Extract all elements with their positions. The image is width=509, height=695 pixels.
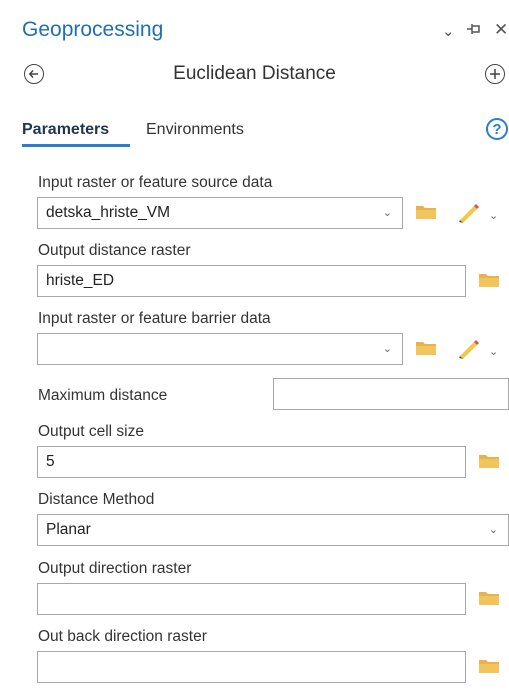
input-source-value: detska_hriste_VM xyxy=(46,204,171,221)
pencil-icon[interactable] xyxy=(456,336,482,365)
browse-folder-icon[interactable] xyxy=(478,658,500,679)
panel-title: Geoprocessing xyxy=(22,18,164,41)
cell-size-input[interactable]: 5 xyxy=(37,446,466,478)
browse-folder-icon[interactable] xyxy=(478,272,500,293)
max-distance-input[interactable] xyxy=(273,378,509,410)
add-button[interactable] xyxy=(485,64,505,84)
output-distance-label: Output distance raster xyxy=(38,242,191,259)
output-direction-label: Output direction raster xyxy=(38,560,192,577)
chevron-down-icon[interactable]: ⌄ xyxy=(489,209,498,222)
distance-method-value: Planar xyxy=(46,521,91,538)
browse-folder-icon[interactable] xyxy=(415,204,437,225)
cell-size-value: 5 xyxy=(46,453,55,470)
active-tab-underline xyxy=(22,144,130,147)
chevron-down-icon: ⌄ xyxy=(382,207,392,219)
distance-method-select[interactable]: Planar ⌄ xyxy=(37,514,509,546)
browse-folder-icon[interactable] xyxy=(415,340,437,361)
out-back-direction-input[interactable] xyxy=(37,651,466,683)
chevron-down-icon[interactable]: ⌄ xyxy=(489,345,498,358)
help-icon[interactable]: ? xyxy=(486,118,508,140)
chevron-down-icon[interactable]: ⌄ xyxy=(442,22,455,40)
distance-method-label: Distance Method xyxy=(38,491,155,508)
cell-size-label: Output cell size xyxy=(38,423,144,440)
output-distance-value: hriste_ED xyxy=(46,272,115,289)
output-direction-input[interactable] xyxy=(37,583,466,615)
chevron-down-icon: ⌄ xyxy=(488,524,498,536)
tool-title: Euclidean Distance xyxy=(173,63,336,84)
browse-folder-icon[interactable] xyxy=(478,590,500,611)
pin-icon[interactable] xyxy=(466,22,482,40)
pencil-icon[interactable] xyxy=(456,200,482,229)
add-icon xyxy=(490,69,500,79)
output-distance-input[interactable]: hriste_ED xyxy=(37,265,466,297)
input-source-dropdown[interactable]: detska_hriste_VM ⌄ xyxy=(37,197,403,229)
barrier-label: Input raster or feature barrier data xyxy=(38,310,271,327)
chevron-down-icon: ⌄ xyxy=(382,343,392,355)
barrier-dropdown[interactable]: ⌄ xyxy=(37,333,403,365)
browse-folder-icon[interactable] xyxy=(478,453,500,474)
max-distance-label: Maximum distance xyxy=(38,387,168,404)
close-icon[interactable]: ✕ xyxy=(494,20,508,40)
tab-parameters[interactable]: Parameters xyxy=(22,121,109,139)
input-source-label: Input raster or feature source data xyxy=(38,174,273,191)
tab-environments[interactable]: Environments xyxy=(146,121,244,139)
out-back-direction-label: Out back direction raster xyxy=(38,628,207,645)
